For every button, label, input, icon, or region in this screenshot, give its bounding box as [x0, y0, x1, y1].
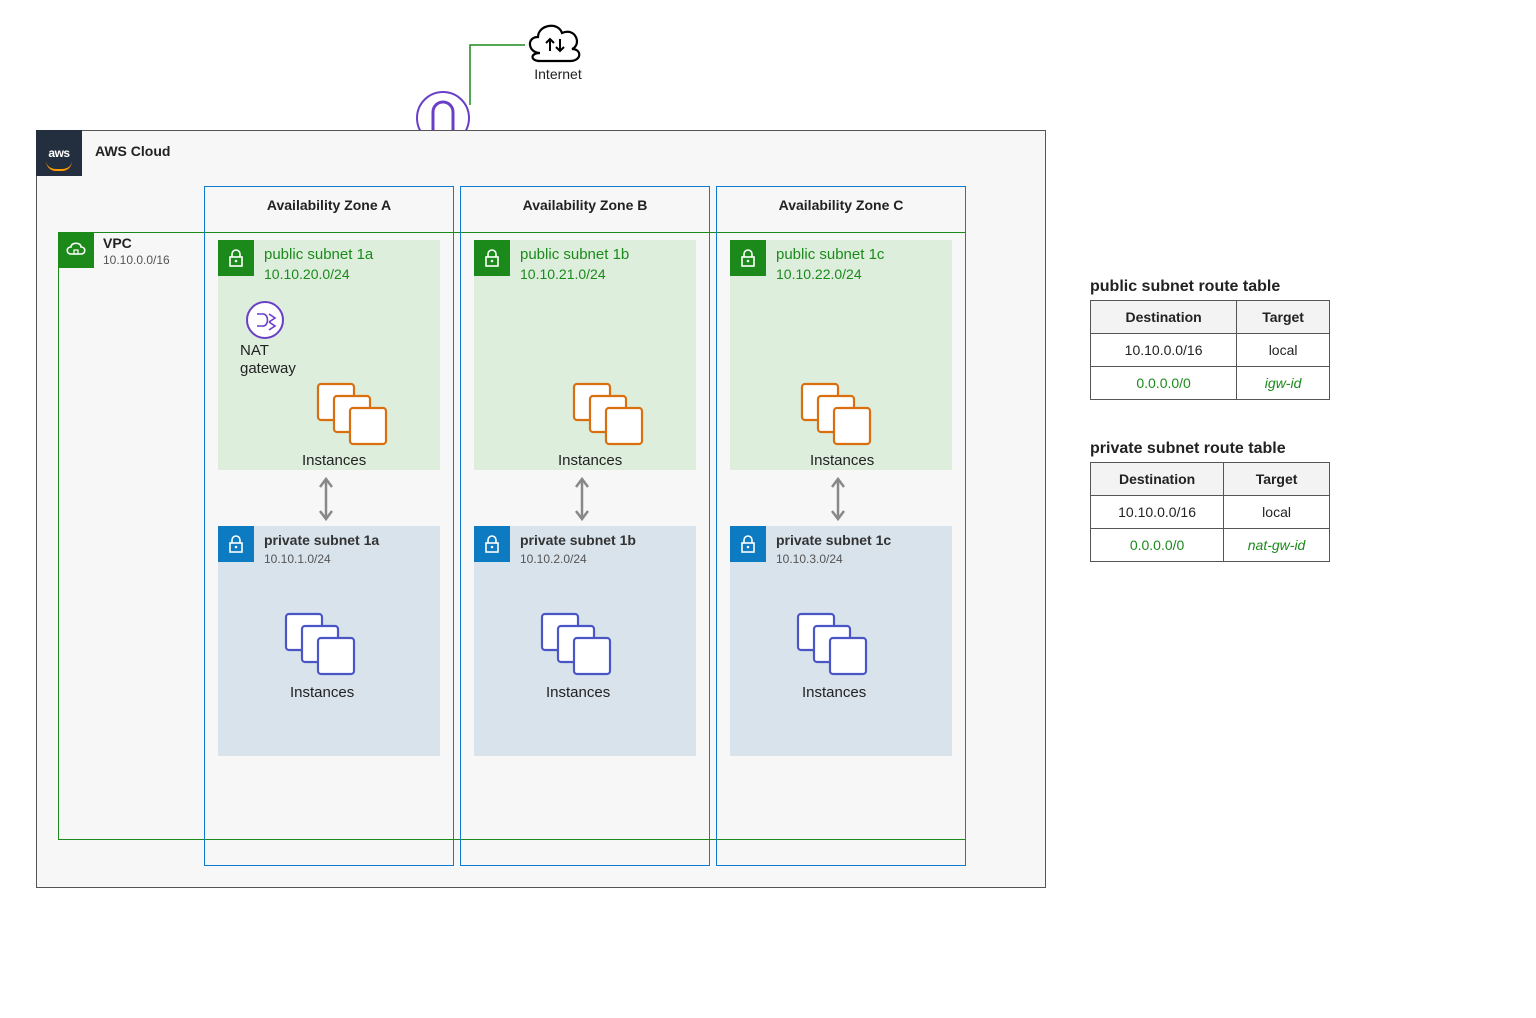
bidirectional-arrow-icon: [828, 475, 848, 523]
lock-icon: [474, 526, 510, 562]
cell-destination: 0.0.0.0/0: [1091, 529, 1224, 562]
private-subnet-1c-cidr: 10.10.3.0/24: [776, 552, 843, 566]
col-target: Target: [1224, 463, 1330, 496]
az-b-title: Availability Zone B: [461, 197, 709, 213]
instances-label: Instances: [558, 452, 622, 469]
private-subnet-1c-name: private subnet 1c: [776, 532, 891, 548]
ec2-instances-icon: [538, 610, 616, 680]
lock-icon: [730, 526, 766, 562]
vpc-badge-icon: [58, 232, 94, 268]
col-destination: Destination: [1091, 301, 1237, 334]
aws-cloud-title: AWS Cloud: [95, 143, 170, 159]
ec2-instances-icon: [570, 380, 648, 450]
nat-gateway-icon: [245, 300, 285, 340]
private-subnet-1a-cidr: 10.10.1.0/24: [264, 552, 331, 566]
ec2-instances-icon: [798, 380, 876, 450]
architecture-diagram: Internet IGW aws AWS Cloud VPC 10.10.0.0…: [0, 0, 1536, 1018]
public-subnet-1c-cidr: 10.10.22.0/24: [776, 266, 862, 282]
internet-label: Internet: [518, 66, 598, 82]
vpc-cidr: 10.10.0.0/16: [103, 253, 170, 267]
az-a-title: Availability Zone A: [205, 197, 453, 213]
aws-logo-badge: aws: [36, 130, 82, 176]
instances-label: Instances: [290, 684, 354, 701]
public-route-table-title: public subnet route table: [1090, 278, 1350, 296]
table-header-row: Destination Target: [1091, 301, 1330, 334]
public-route-table-grid: Destination Target 10.10.0.0/16 local 0.…: [1090, 300, 1330, 400]
col-destination: Destination: [1091, 463, 1224, 496]
private-route-table-title: private subnet route table: [1090, 440, 1350, 458]
private-route-table-grid: Destination Target 10.10.0.0/16 local 0.…: [1090, 462, 1330, 562]
table-row: 10.10.0.0/16 local: [1091, 496, 1330, 529]
instances-label: Instances: [802, 684, 866, 701]
cell-destination: 10.10.0.0/16: [1091, 496, 1224, 529]
lock-icon: [218, 526, 254, 562]
cell-target: local: [1237, 334, 1330, 367]
cell-target: igw-id: [1237, 367, 1330, 400]
aws-logo-text: aws: [48, 146, 69, 160]
instances-label: Instances: [546, 684, 610, 701]
col-target: Target: [1237, 301, 1330, 334]
cell-destination: 0.0.0.0/0: [1091, 367, 1237, 400]
public-subnet-1c-name: public subnet 1c: [776, 246, 884, 263]
cell-target: nat-gw-id: [1224, 529, 1330, 562]
table-row: 0.0.0.0/0 nat-gw-id: [1091, 529, 1330, 562]
ec2-instances-icon: [314, 380, 392, 450]
public-subnet-1a-name: public subnet 1a: [264, 246, 373, 263]
aws-smile-icon: [46, 161, 72, 171]
private-subnet-1b-cidr: 10.10.2.0/24: [520, 552, 587, 566]
bidirectional-arrow-icon: [316, 475, 336, 523]
private-subnet-1b-name: private subnet 1b: [520, 532, 636, 548]
cell-destination: 10.10.0.0/16: [1091, 334, 1237, 367]
vpc-label: VPC: [103, 235, 132, 251]
public-route-table: public subnet route table Destination Ta…: [1090, 278, 1350, 400]
bidirectional-arrow-icon: [572, 475, 592, 523]
public-subnet-1b-cidr: 10.10.21.0/24: [520, 266, 606, 282]
table-header-row: Destination Target: [1091, 463, 1330, 496]
lock-icon: [218, 240, 254, 276]
ec2-instances-icon: [282, 610, 360, 680]
lock-icon: [474, 240, 510, 276]
table-row: 0.0.0.0/0 igw-id: [1091, 367, 1330, 400]
nat-gateway-label: NAT gateway: [240, 342, 310, 378]
internet-cloud-icon: [520, 15, 590, 70]
instances-label: Instances: [302, 452, 366, 469]
cell-target: local: [1224, 496, 1330, 529]
nat-gateway-label-text: NAT gateway: [240, 342, 296, 377]
lock-icon: [730, 240, 766, 276]
az-c-title: Availability Zone C: [717, 197, 965, 213]
public-subnet-1b-name: public subnet 1b: [520, 246, 629, 263]
ec2-instances-icon: [794, 610, 872, 680]
private-subnet-1a-name: private subnet 1a: [264, 532, 379, 548]
public-subnet-1a-cidr: 10.10.20.0/24: [264, 266, 350, 282]
instances-label: Instances: [810, 452, 874, 469]
private-route-table: private subnet route table Destination T…: [1090, 440, 1350, 562]
table-row: 10.10.0.0/16 local: [1091, 334, 1330, 367]
